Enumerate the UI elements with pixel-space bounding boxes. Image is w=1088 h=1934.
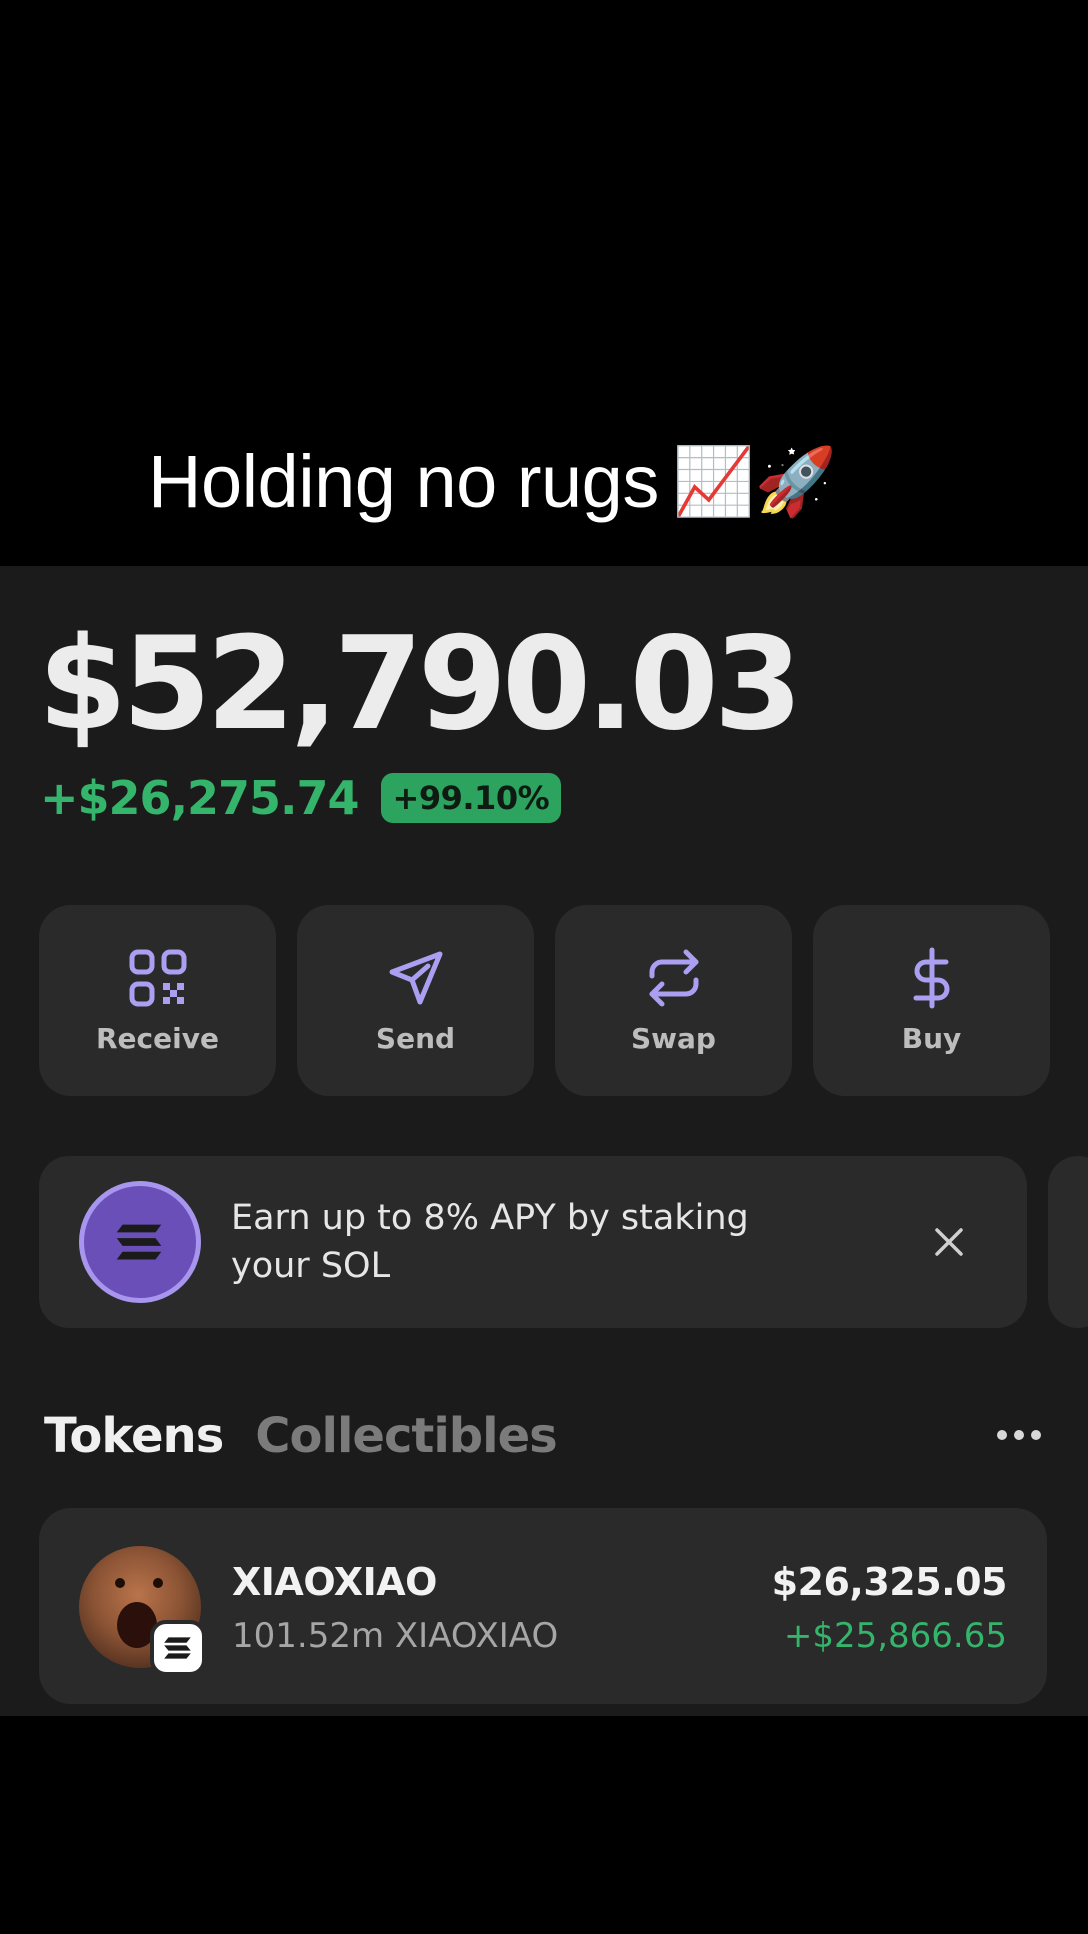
qr-code-icon (129, 949, 186, 1007)
caption-text: Holding no rugs (148, 439, 659, 523)
swap-button[interactable]: Swap (555, 905, 792, 1096)
close-icon[interactable] (929, 1222, 969, 1262)
solana-icon (79, 1181, 201, 1303)
token-row[interactable]: XIAOXIAO 101.52m XIAOXIAO $26,325.05 +$2… (39, 1508, 1047, 1704)
token-value: $26,325.05 (771, 1560, 1008, 1604)
receive-label: Receive (96, 1022, 219, 1055)
more-horizontal-icon (997, 1430, 1041, 1440)
token-name: XIAOXIAO (232, 1560, 437, 1604)
promo-text: Earn up to 8% APY by staking your SOL (231, 1198, 749, 1286)
staking-promo-card[interactable]: Earn up to 8% APY by staking your SOL (39, 1156, 1027, 1328)
chart-emoji-icon: 📈 (672, 444, 755, 518)
token-change: +$25,866.65 (783, 1616, 1007, 1656)
swap-icon (649, 949, 698, 1007)
asset-tabs: Tokens Collectibles (44, 1406, 558, 1466)
next-promo-card[interactable] (1048, 1156, 1088, 1328)
swap-label: Swap (631, 1022, 716, 1055)
receive-button[interactable]: Receive (39, 905, 276, 1096)
wallet-screen: $52,790.03 +$26,275.74 +99.10% Receive S… (0, 566, 1088, 1716)
total-balance: $52,790.03 (38, 610, 803, 759)
video-caption: Holding no rugs 📈 🚀 (148, 436, 837, 526)
tab-collectibles[interactable]: Collectibles (255, 1408, 557, 1464)
solana-chain-icon (150, 1620, 206, 1676)
token-amount: 101.52m XIAOXIAO (232, 1616, 559, 1656)
tab-tokens[interactable]: Tokens (44, 1408, 224, 1464)
send-icon (389, 951, 442, 1005)
action-bar: Receive Send Swap Buy (39, 905, 1050, 1096)
more-options-button[interactable] (966, 1396, 1072, 1474)
balance-change: +$26,275.74 +99.10% (40, 770, 562, 826)
dollar-icon (913, 947, 949, 1009)
send-label: Send (375, 1022, 456, 1055)
send-button[interactable]: Send (297, 905, 534, 1096)
buy-label: Buy (901, 1022, 962, 1055)
change-amount: +$26,275.74 (40, 771, 360, 825)
rocket-emoji-icon: 🚀 (754, 444, 837, 518)
buy-button[interactable]: Buy (813, 905, 1050, 1096)
change-percent-badge: +99.10% (380, 773, 562, 823)
